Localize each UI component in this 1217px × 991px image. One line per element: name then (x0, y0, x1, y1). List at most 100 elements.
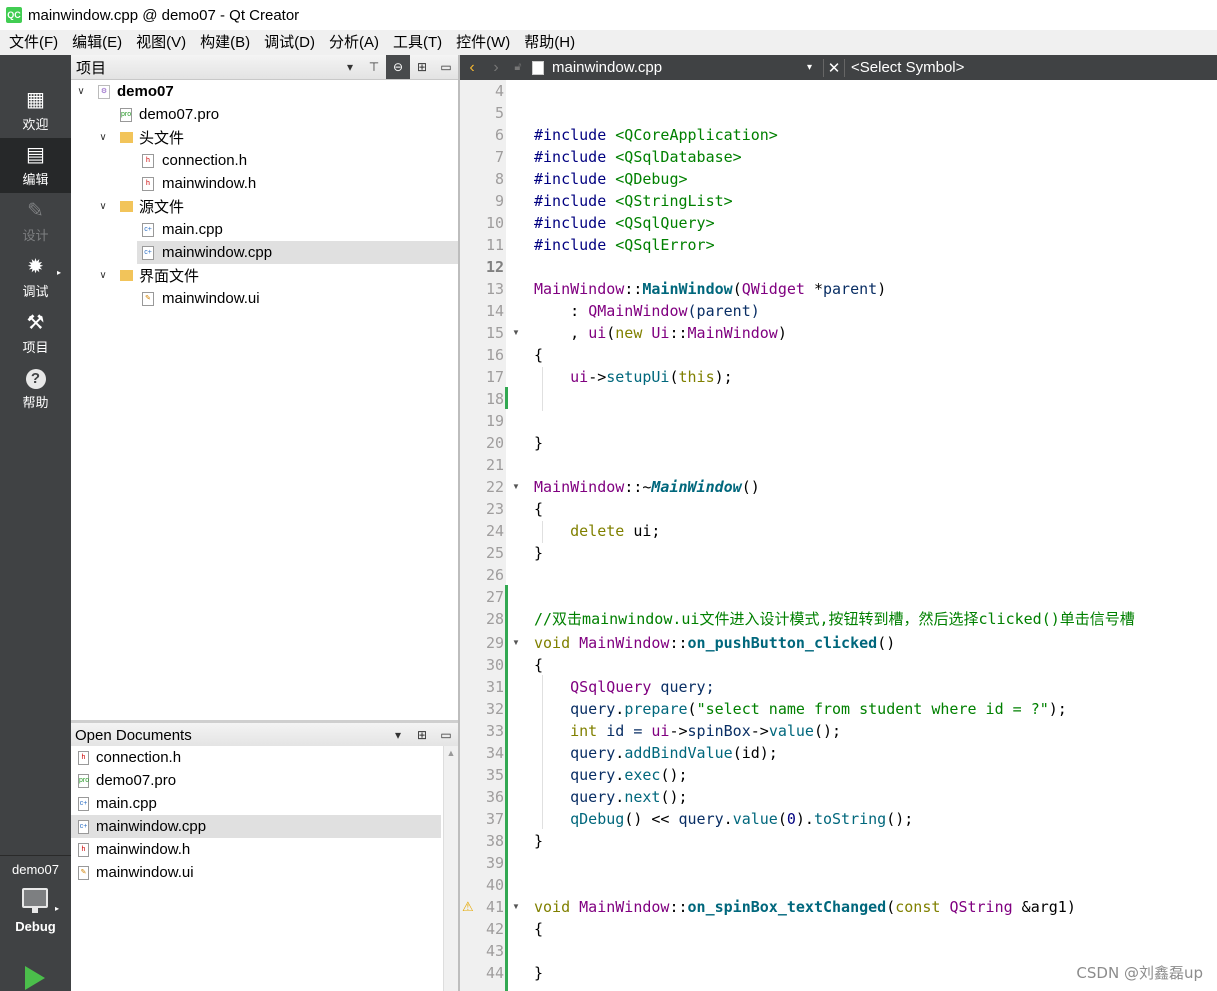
code-line: query.addBindValue(id); (570, 744, 778, 762)
menu-file[interactable]: 文件(F) (2, 30, 65, 55)
line-number: 17 (485, 368, 504, 386)
collapse-arrow-icon[interactable]: ∨ (97, 270, 109, 281)
split-icon[interactable]: ⊞ (410, 55, 434, 79)
open-doc-label: connection.h (96, 749, 182, 766)
symbol-selector[interactable]: <Select Symbol> (845, 59, 964, 76)
expand-arrow-icon: ▸ (55, 904, 60, 913)
open-doc-item[interactable]: h mainwindow.h (71, 838, 441, 861)
mode-edit[interactable]: ▤ 编辑 (0, 138, 71, 193)
menu-help[interactable]: 帮助(H) (517, 30, 582, 55)
open-doc-item[interactable]: c+ mainwindow.cpp (71, 815, 441, 838)
bug-icon: ✹ (27, 255, 44, 278)
grid-icon: ▦ (26, 88, 45, 111)
view-dropdown-arrow-icon[interactable]: ▾ (338, 55, 362, 79)
menu-edit[interactable]: 编辑(E) (65, 30, 129, 55)
split-icon[interactable]: ⊞ (410, 723, 434, 747)
collapse-arrow-icon[interactable]: ∨ (97, 132, 109, 143)
open-doc-item[interactable]: pro demo07.pro (71, 769, 441, 792)
go-back-icon[interactable]: ‹ (460, 59, 484, 77)
menu-build[interactable]: 构建(B) (193, 30, 257, 55)
change-marker (505, 387, 508, 409)
code-line: MainWindow::MainWindow(QWidget *parent) (534, 280, 887, 298)
open-documents-list: h connection.h pro demo07.pro c+ main.cp… (71, 746, 444, 991)
folder-icon (120, 270, 133, 281)
dropdown-arrow-icon[interactable]: ▾ (807, 62, 823, 73)
mode-projects-label: 项目 (22, 339, 49, 355)
line-number: 39 (485, 854, 504, 872)
mode-projects[interactable]: ⚒ 项目 (0, 306, 71, 361)
mode-welcome[interactable]: ▦ 欢迎 (0, 83, 71, 138)
menu-debug[interactable]: 调试(D) (257, 30, 322, 55)
menu-view[interactable]: 视图(V) (129, 30, 193, 55)
header-file-icon: h (142, 153, 154, 168)
line-number: 7 (494, 148, 504, 166)
run-button[interactable] (25, 966, 45, 990)
tree-file-mainwindow-cpp[interactable]: c+ mainwindow.cpp (137, 241, 458, 264)
warning-icon[interactable]: ⚠ (462, 896, 474, 918)
collapse-arrow-icon[interactable]: ∨ (97, 201, 109, 212)
line-number: 33 (485, 722, 504, 740)
tree-headers-folder-label: 头文件 (139, 130, 185, 147)
cpp-file-icon: c+ (142, 222, 154, 237)
close-pane-icon[interactable]: ▭ (434, 55, 458, 79)
mode-help[interactable]: ? 帮助 (0, 362, 71, 417)
open-doc-item[interactable]: c+ main.cpp (71, 792, 441, 815)
line-number: 15 (485, 324, 504, 342)
code-line: int id = ui->spinBox->value(); (570, 722, 842, 740)
link-icon[interactable]: ⊖ (386, 55, 410, 79)
header-file-icon: h (78, 842, 89, 857)
mode-design[interactable]: ✎ 设计 (0, 194, 71, 249)
tree-file-mainwindow-h[interactable]: h mainwindow.h (71, 172, 458, 195)
change-marker (505, 585, 508, 991)
cpp-file-icon: c+ (78, 796, 89, 811)
build-config: Debug (15, 919, 56, 934)
line-number: 42 (485, 920, 504, 938)
close-pane-icon[interactable]: ▭ (434, 723, 458, 747)
tree-forms-folder[interactable]: ∨ 界面文件 (71, 264, 458, 287)
view-dropdown-arrow-icon[interactable]: ▾ (386, 723, 410, 747)
code-line: void MainWindow::on_pushButton_clicked() (534, 634, 896, 652)
tree-file-label: main.cpp (162, 221, 223, 238)
code-line: query.prepare("select name from student … (570, 700, 1067, 718)
open-doc-item[interactable]: h connection.h (71, 746, 441, 769)
pro-file-icon: pro (120, 107, 132, 122)
scroll-up-arrow-icon[interactable]: ▲ (444, 748, 458, 758)
kit-selector[interactable]: demo07 ▸ Debug (0, 855, 71, 991)
open-file-combo[interactable]: mainwindow.cpp (552, 59, 807, 76)
menu-widgets[interactable]: 控件(W) (449, 30, 517, 55)
fold-arrow-icon[interactable]: ▼ (512, 632, 520, 654)
menu-analyze[interactable]: 分析(A) (322, 30, 386, 55)
open-documents-header: Open Documents ▾ ⊞ ▭ (71, 723, 458, 748)
line-number: 21 (485, 456, 504, 474)
tree-project[interactable]: ∨ ⚙ demo07 (71, 80, 458, 103)
collapse-arrow-icon[interactable]: ∨ (75, 86, 87, 97)
fold-arrow-icon[interactable]: ▼ (512, 476, 520, 498)
fold-arrow-icon[interactable]: ▼ (512, 896, 520, 918)
code-line: void MainWindow::on_spinBox_textChanged(… (534, 898, 1076, 916)
tree-sources-folder[interactable]: ∨ 源文件 (71, 195, 458, 218)
mode-debug[interactable]: ✹ 调试 ▸ (0, 250, 71, 305)
tree-pro-file[interactable]: pro demo07.pro (71, 103, 458, 126)
line-number: 26 (485, 566, 504, 584)
close-document-icon[interactable]: ✕ (823, 58, 845, 77)
tree-sources-folder-label: 源文件 (139, 199, 185, 216)
fold-arrow-icon[interactable]: ▼ (512, 322, 520, 344)
line-number: 35 (485, 766, 504, 784)
tree-headers-folder[interactable]: ∨ 头文件 (71, 126, 458, 149)
mode-welcome-label: 欢迎 (22, 116, 49, 132)
code-line: } (534, 434, 544, 452)
tree-file-main-cpp[interactable]: c+ main.cpp (71, 218, 458, 241)
open-documents-scrollbar[interactable]: ▲ (443, 746, 458, 991)
code-line: QSqlQuery query; (570, 678, 715, 696)
code-line: } (534, 964, 544, 982)
document-icon (532, 60, 544, 75)
mode-edit-label: 编辑 (22, 171, 49, 187)
line-number: 30 (485, 656, 504, 674)
filter-icon[interactable]: ⊤ (362, 55, 386, 79)
open-doc-item[interactable]: ✎ mainwindow.ui (71, 861, 441, 884)
line-number: 22 (485, 478, 504, 496)
menu-tools[interactable]: 工具(T) (386, 30, 449, 55)
go-forward-icon[interactable]: › (484, 59, 508, 77)
tree-file-mainwindow-ui[interactable]: ✎ mainwindow.ui (71, 287, 458, 310)
tree-file-connection-h[interactable]: h connection.h (71, 149, 458, 172)
